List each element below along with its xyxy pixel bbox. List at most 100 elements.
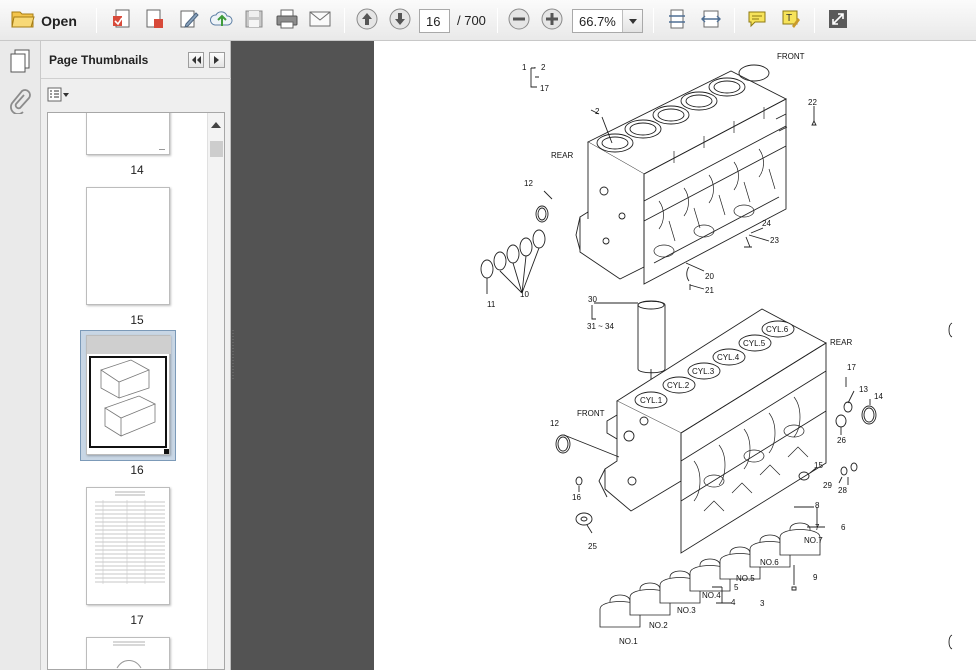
scroll-up-icon[interactable] (211, 117, 221, 131)
label-no-3: NO.3 (677, 606, 696, 615)
chevron-right-icon (214, 53, 220, 67)
label-ref-1: 1 (522, 63, 527, 72)
label-ref-17: 17 (540, 84, 549, 93)
label-ref-29: 29 (823, 481, 832, 490)
open-button[interactable]: Open (6, 7, 82, 34)
document-background (231, 41, 374, 670)
expand-panel-button[interactable] (209, 52, 225, 68)
main-toolbar: Open 16 / 700 66.7% T (0, 0, 976, 41)
label-cyl-5: CYL.5 (743, 339, 766, 348)
fit-page-button[interactable] (663, 7, 690, 34)
navigation-rail (0, 41, 41, 670)
label-front-lower: FRONT (577, 409, 605, 418)
thumbnail-page-16[interactable] (86, 335, 171, 455)
print-icon (275, 8, 299, 33)
print-button[interactable] (273, 7, 300, 34)
label-ref-15: 15 (814, 461, 823, 470)
label-no-5: NO.5 (736, 574, 755, 583)
pages-icon (8, 48, 32, 77)
label-ref-23: 23 (770, 236, 779, 245)
fullscreen-button[interactable] (824, 7, 851, 34)
thumbnail-options-button[interactable] (47, 87, 73, 105)
label-ref-26: 26 (837, 436, 846, 445)
email-button[interactable] (306, 7, 333, 34)
label-cyl-2: CYL.2 (667, 381, 690, 390)
thumbnail-label: 15 (130, 313, 144, 327)
save-button[interactable] (240, 7, 267, 34)
label-ref-31-34: 31 ~ 34 (587, 322, 614, 331)
edit-pdf-icon (143, 8, 165, 33)
double-chevron-left-icon (191, 53, 201, 67)
label-ref-28: 28 (838, 486, 847, 495)
label-ref-4: 4 (731, 598, 736, 607)
comment-icon (746, 8, 768, 33)
fit-width-button[interactable] (697, 7, 724, 34)
sign-button[interactable] (175, 7, 202, 34)
scrollbar-thumb[interactable] (210, 141, 223, 157)
label-ref-22: 22 (808, 98, 817, 107)
label-ref-24: 24 (762, 219, 771, 228)
zoom-out-icon (508, 8, 530, 33)
panel-title: Page Thumbnails (49, 53, 149, 67)
chevron-down-icon[interactable] (622, 10, 642, 32)
next-page-button[interactable] (386, 7, 413, 34)
fit-width-icon (700, 8, 722, 33)
label-no-4: NO.4 (702, 591, 721, 600)
label-ref-2: 2 (541, 63, 546, 72)
thumbnails-panel: Page Thumbnails 14 15 16 17 (41, 41, 231, 670)
thumbnail-label: 14 (130, 163, 144, 177)
label-cyl-4: CYL.4 (717, 353, 740, 362)
email-icon (308, 9, 332, 32)
label-ref-25: 25 (588, 542, 597, 551)
label-no-7: NO.7 (804, 536, 823, 545)
attachments-button[interactable] (5, 87, 35, 117)
label-ref-10: 10 (520, 290, 529, 299)
options-menu-icon (47, 87, 71, 106)
label-ref-7: 7 (815, 523, 820, 532)
collapse-panel-button[interactable] (188, 52, 204, 68)
upload-button[interactable] (208, 7, 235, 34)
label-ref-30: 30 (588, 295, 597, 304)
thumbnail-list[interactable]: 14 15 16 17 (47, 112, 225, 670)
thumbnail-page-15[interactable] (86, 187, 170, 305)
previous-page-button[interactable] (353, 7, 380, 34)
label-cyl-1: CYL.1 (640, 396, 663, 405)
label-ref-2b: 2 (595, 107, 600, 116)
fit-page-icon (666, 8, 688, 33)
next-page-icon (389, 8, 411, 33)
page-number-value: 16 (426, 13, 441, 29)
comment-button[interactable] (743, 7, 770, 34)
open-label: Open (41, 12, 77, 29)
zoom-in-button[interactable] (538, 7, 565, 34)
page-thumbnails-button[interactable] (5, 47, 35, 77)
label-ref-16: 16 (572, 493, 581, 502)
label-cyl-3: CYL.3 (692, 367, 715, 376)
label-rear-lower: REAR (830, 338, 852, 347)
panel-resize-handle[interactable] (231, 330, 235, 380)
label-ref-8: 8 (815, 501, 820, 510)
label-ref-6: 6 (841, 523, 846, 532)
label-ref-13: 13 (859, 385, 868, 394)
thumbnail-page-18[interactable] (86, 637, 170, 669)
label-ref-17-lower: 17 (847, 363, 856, 372)
save-icon (244, 9, 264, 32)
label-ref-12-lower: 12 (550, 419, 559, 428)
upload-icon (209, 8, 234, 33)
label-cyl-6: CYL.6 (766, 325, 789, 334)
edit-pdf-button[interactable] (140, 7, 167, 34)
label-no-1: NO.1 (619, 637, 638, 646)
label-ref-9: 9 (813, 573, 818, 582)
highlight-button[interactable]: T (777, 7, 804, 34)
folder-open-icon (11, 9, 35, 32)
pdf-page: 1 2 17 FRONT 2 22 REAR 12 24 23 20 21 11… (374, 41, 976, 670)
thumbnail-page-17[interactable] (86, 487, 170, 605)
zoom-select[interactable]: 66.7% (572, 9, 643, 33)
thumbnail-scrollbar[interactable] (207, 113, 224, 669)
page-total: / 700 (457, 13, 486, 28)
label-ref-21: 21 (705, 286, 714, 295)
thumbnail-page-14[interactable] (86, 113, 170, 155)
create-pdf-button[interactable] (108, 7, 135, 34)
zoom-out-button[interactable] (505, 7, 532, 34)
page-number-input[interactable]: 16 (419, 9, 450, 33)
label-ref-14: 14 (874, 392, 883, 401)
